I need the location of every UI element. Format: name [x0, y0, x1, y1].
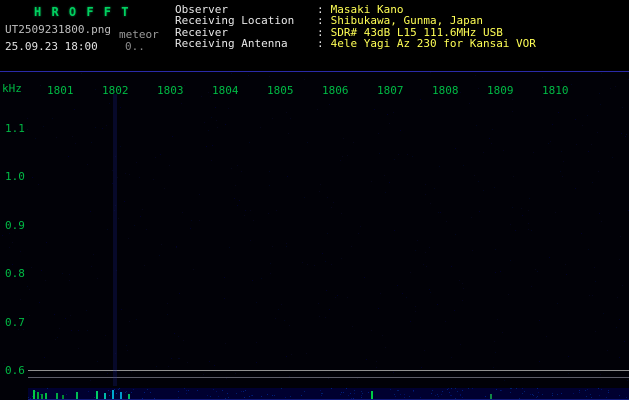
signal-activity-mark: [104, 393, 106, 399]
signal-activity-mark: [96, 391, 98, 399]
signal-activity-mark: [371, 391, 373, 399]
y-axis-unit-label: kHz: [2, 82, 22, 95]
carrier-line: [28, 370, 629, 371]
info-row: Receiving Antenna:4ele Yagi Az 230 for K…: [175, 38, 536, 49]
x-tick-label: 1807: [377, 84, 404, 97]
y-tick-label: 1.1: [5, 122, 25, 135]
signal-activity-mark: [490, 394, 492, 399]
y-tick-label: 1.0: [5, 170, 25, 183]
info-label: Receiving Antenna: [175, 38, 317, 49]
signal-activity-mark: [112, 390, 114, 399]
x-tick-label: 1805: [267, 84, 294, 97]
y-tick-label: 0.9: [5, 219, 25, 232]
x-tick-label: 1809: [487, 84, 514, 97]
app-title: H R O F F T: [34, 5, 130, 19]
signal-activity-mark: [37, 392, 39, 399]
x-tick-label: 1803: [157, 84, 184, 97]
spectrogram-plot: kHz 1801 1802 1803 1804 1805 1806 1807 1808 1809…: [0, 72, 629, 400]
x-tick-label: 1804: [212, 84, 239, 97]
output-filename: UT2509231800.png: [5, 23, 111, 36]
carrier-line: [28, 377, 629, 378]
x-tick-label: 1806: [322, 84, 349, 97]
y-tick-label: 0.6: [5, 364, 25, 377]
signal-activity-mark: [56, 393, 58, 399]
counter-text: 0..: [125, 40, 145, 53]
info-value: 4ele Yagi Az 230 for Kansai VOR: [331, 38, 536, 49]
y-tick-label: 0.8: [5, 267, 25, 280]
station-info-table: Observer: Masaki Kano Receiving Location:…: [175, 4, 536, 50]
info-colon: :: [317, 38, 324, 49]
signal-activity-mark: [76, 392, 78, 399]
signal-strip-noise: [28, 388, 29, 389]
signal-activity-mark: [62, 395, 64, 399]
signal-activity-mark: [45, 393, 47, 399]
signal-activity-mark: [120, 392, 122, 399]
signal-activity-mark: [128, 394, 130, 399]
timestamp: 25.09.23 18:00: [5, 40, 98, 53]
x-tick-label: 1808: [432, 84, 459, 97]
x-tick-label: 1810: [542, 84, 569, 97]
y-tick-label: 0.7: [5, 316, 25, 329]
vertical-noise-band: [113, 94, 117, 386]
spectrogram-noise: [0, 72, 1, 73]
signal-activity-mark: [41, 394, 43, 399]
x-tick-label: 1801: [47, 84, 74, 97]
signal-activity-mark: [33, 390, 35, 399]
signal-strength-strip: [28, 388, 629, 400]
hrofft-output-image: { "header": { "app_title": "H R O F F T"…: [0, 0, 629, 400]
